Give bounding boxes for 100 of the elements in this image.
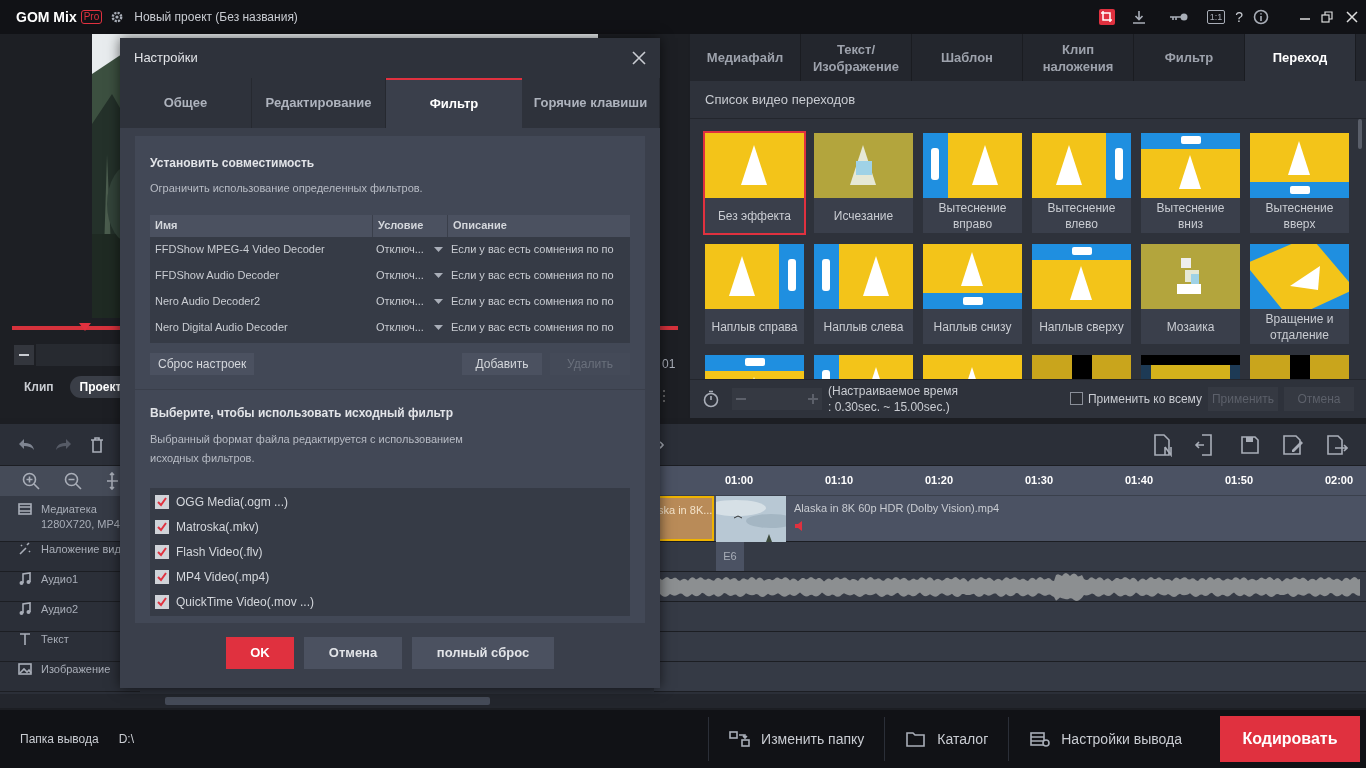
table-cell-text: Если у вас есть сомнения по по: [450, 320, 615, 336]
transition-tile[interactable]: Наплыв снизу: [923, 244, 1022, 344]
transition-tile[interactable]: Вытеснение влево: [1032, 133, 1131, 233]
format-checkbox[interactable]: Flash Video(.flv): [155, 539, 630, 565]
list-title: Список видео переходов: [690, 81, 1366, 119]
help-button[interactable]: ?: [1235, 6, 1243, 28]
transition-tile[interactable]: Наплыв слева: [814, 244, 913, 344]
thumbnail-icon: [923, 244, 1022, 309]
key-icon[interactable]: [1168, 11, 1189, 23]
music-note-icon: [18, 572, 32, 586]
encode-button[interactable]: Кодировать: [1220, 716, 1360, 762]
output-button[interactable]: Изменить папку: [708, 717, 885, 761]
add-button[interactable]: Добавить: [462, 352, 542, 375]
transition-tile[interactable]: Мозаика: [1141, 244, 1240, 344]
crop-icon[interactable]: [1098, 9, 1115, 25]
image-icon: [18, 662, 32, 676]
move-icon[interactable]: [106, 472, 118, 490]
close-icon[interactable]: [632, 51, 646, 65]
transition-tile[interactable]: Вращение и отдаление: [1250, 244, 1349, 344]
minus-icon: [19, 354, 29, 356]
seek-thumb[interactable]: [79, 323, 92, 331]
folders-icon: [729, 730, 752, 748]
speaker-icon: [794, 520, 804, 531]
transition-tile[interactable]: Вытеснение вверх: [1250, 133, 1349, 233]
panel-tab[interactable]: Клип наложения: [1023, 34, 1134, 81]
section-title: Выберите, чтобы использовать исходный фильтр: [150, 404, 455, 422]
thumbnail-icon: [1250, 244, 1349, 309]
edit-icon[interactable]: [1282, 433, 1304, 456]
panel-tab[interactable]: Текст/ Изображение: [801, 34, 912, 81]
time-field[interactable]: [36, 344, 122, 366]
download-icon[interactable]: [1130, 9, 1147, 25]
film-settings-icon: [1029, 730, 1052, 748]
panel-tab[interactable]: Медиафайл: [690, 34, 801, 81]
condition-dropdown[interactable]: Отключ...: [372, 262, 447, 289]
check-icon: [156, 521, 168, 533]
ruler-time: 01:00: [724, 473, 754, 489]
format-checkbox[interactable]: Matroska(.mkv): [155, 514, 630, 540]
film-icon: [18, 502, 32, 516]
format-checkbox[interactable]: QuickTime Video(.mov ...): [155, 589, 630, 615]
restore-icon[interactable]: [1321, 11, 1333, 23]
transition-tile[interactable]: Исчезание: [814, 133, 913, 233]
timecode-text: 01: [662, 356, 676, 373]
dialog-tab[interactable]: Редактирование: [252, 78, 386, 128]
info-icon[interactable]: [1253, 9, 1269, 25]
scrollbar-thumb[interactable]: [165, 697, 490, 705]
thumbnail-icon: [923, 133, 1022, 198]
panel-tab[interactable]: Переход: [1245, 34, 1356, 81]
cancel-button[interactable]: Отмена: [304, 637, 402, 669]
transition-tile[interactable]: Вытеснение вправо: [923, 133, 1022, 233]
aspect-ratio-button[interactable]: 1:1: [1206, 10, 1226, 24]
minus-button[interactable]: [14, 345, 34, 365]
ok-button[interactable]: OK: [226, 637, 294, 669]
condition-dropdown[interactable]: Отключ...: [372, 236, 447, 263]
thumbnail-icon: [814, 244, 913, 309]
format-checkbox[interactable]: MP4 Video(.mp4): [155, 564, 630, 590]
track-label: Изображение: [41, 662, 111, 677]
transition-tile[interactable]: Наплыв сверху: [1032, 244, 1131, 344]
grip-icon[interactable]: [662, 389, 666, 403]
condition-dropdown[interactable]: Отключ...: [372, 314, 447, 341]
section-description: Выбранный формат файла редактируется с использованием: [150, 431, 464, 447]
ruler-time: 01:20: [924, 473, 954, 489]
settings-icon[interactable]: [110, 10, 125, 24]
check-icon: [156, 546, 168, 558]
track-label: Аудио2: [41, 602, 79, 617]
condition-dropdown[interactable]: Отключ...: [372, 288, 447, 315]
format-checkbox[interactable]: OGG Media(.ogm ...): [155, 489, 630, 515]
table-cell-text: Nero Digital Audio Decoder: [154, 320, 289, 336]
project-title: Новый проект (Без названия): [134, 9, 298, 26]
full-reset-button[interactable]: полный сброс: [412, 637, 554, 669]
apply-all-checkbox[interactable]: Применить ко всему: [1069, 389, 1202, 408]
caret-icon: [434, 273, 443, 278]
zoom-in-icon[interactable]: [22, 472, 40, 490]
table-cell-text: FFDShow Audio Decoder: [154, 268, 281, 284]
thumbnail-icon: [1032, 133, 1131, 198]
transition-tile[interactable]: Без эффекта: [705, 133, 804, 233]
music-note-icon: [18, 602, 32, 616]
dialog-tab[interactable]: Горячие клавиши: [522, 78, 660, 128]
check-icon: [156, 571, 168, 583]
export-icon[interactable]: [1326, 433, 1348, 456]
output-path: D:\: [118, 731, 134, 748]
save-icon[interactable]: [1240, 434, 1260, 455]
panel-tab[interactable]: Шаблон: [912, 34, 1023, 81]
output-button[interactable]: Каталог: [884, 717, 1009, 761]
dialog-tab[interactable]: Общее: [120, 78, 252, 128]
zoom-out-icon[interactable]: [64, 472, 82, 490]
reset-settings-button[interactable]: Сброс настроек: [150, 352, 255, 375]
transition-tile[interactable]: Вытеснение вниз: [1141, 133, 1240, 233]
close-icon[interactable]: [1346, 11, 1358, 23]
mode-tab[interactable]: Клип: [14, 376, 64, 398]
scrollbar-thumb[interactable]: [1358, 119, 1362, 149]
overlay-clip[interactable]: E6: [716, 542, 744, 571]
output-button[interactable]: Настройки вывода: [1008, 717, 1202, 761]
transition-tile[interactable]: Наплыв справа: [705, 244, 804, 344]
thumbnail-icon: [814, 133, 913, 198]
thumbnail-icon: [705, 244, 804, 309]
trash-icon[interactable]: [90, 436, 104, 453]
text-icon: [18, 632, 32, 646]
caret-icon: [434, 299, 443, 304]
check-icon: [156, 496, 168, 508]
new-file-icon[interactable]: [1152, 432, 1174, 457]
